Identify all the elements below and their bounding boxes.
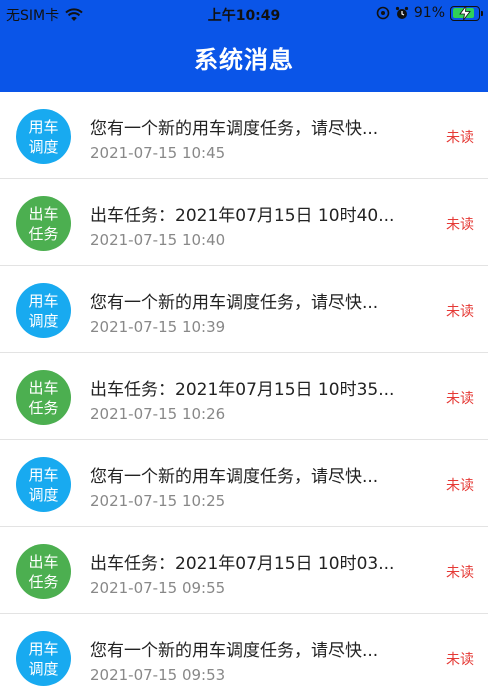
message-type-icon: 用车调度	[16, 457, 71, 512]
top-bar: 无SIM卡 上午10:49 91% 系统消息	[0, 0, 488, 92]
message-time: 2021-07-15 10:40	[90, 231, 226, 249]
message-title: 您有一个新的用车调度任务，请尽快...	[90, 467, 379, 487]
alarm-icon	[395, 6, 408, 19]
message-time: 2021-07-15 10:45	[90, 144, 226, 162]
message-time: 2021-07-15 09:53	[90, 666, 226, 684]
message-title: 您有一个新的用车调度任务，请尽快...	[90, 293, 379, 313]
message-time: 2021-07-15 10:26	[90, 405, 226, 423]
message-title: 您有一个新的用车调度任务，请尽快...	[90, 641, 379, 661]
message-type-label: 用车调度	[28, 117, 59, 156]
phone-screen: 无SIM卡 上午10:49 91% 系统消息 用车调度 您有一个新的用车调度任务…	[0, 0, 488, 696]
message-type-icon: 用车调度	[16, 631, 71, 686]
message-type-label: 用车调度	[28, 291, 59, 330]
message-type-label: 用车调度	[28, 465, 59, 504]
message-list: 用车调度 您有一个新的用车调度任务，请尽快... 2021-07-15 10:4…	[0, 92, 488, 696]
message-type-icon: 出车任务	[16, 370, 71, 425]
message-type-icon: 用车调度	[16, 109, 71, 164]
read-status: 未读	[446, 391, 474, 407]
message-time: 2021-07-15 10:25	[90, 492, 226, 510]
message-type-label: 出车任务	[28, 204, 59, 243]
message-type-icon: 出车任务	[16, 196, 71, 251]
message-type-icon: 出车任务	[16, 544, 71, 599]
message-item[interactable]: 出车任务 出车任务：2021年07月15日 10时03... 2021-07-1…	[0, 527, 488, 614]
message-item[interactable]: 用车调度 您有一个新的用车调度任务，请尽快... 2021-07-15 10:2…	[0, 440, 488, 527]
message-type-icon: 用车调度	[16, 283, 71, 338]
status-bar: 无SIM卡 上午10:49 91%	[0, 0, 488, 28]
rotation-lock-icon	[376, 6, 390, 20]
read-status: 未读	[446, 130, 474, 146]
battery-icon	[450, 5, 483, 21]
read-status: 未读	[446, 565, 474, 581]
message-type-label: 出车任务	[28, 378, 59, 417]
message-type-label: 出车任务	[28, 552, 59, 591]
message-title: 您有一个新的用车调度任务，请尽快...	[90, 119, 379, 139]
message-item[interactable]: 用车调度 您有一个新的用车调度任务，请尽快... 2021-07-15 10:3…	[0, 266, 488, 353]
read-status: 未读	[446, 217, 474, 233]
message-item[interactable]: 出车任务 出车任务：2021年07月15日 10时35... 2021-07-1…	[0, 353, 488, 440]
message-time: 2021-07-15 09:55	[90, 579, 226, 597]
message-title: 出车任务：2021年07月15日 10时40...	[90, 206, 395, 226]
page-title: 系统消息	[194, 46, 294, 74]
message-item[interactable]: 出车任务 出车任务：2021年07月15日 10时40... 2021-07-1…	[0, 179, 488, 266]
message-title: 出车任务：2021年07月15日 10时03...	[90, 554, 395, 574]
read-status: 未读	[446, 304, 474, 320]
battery-percent: 91%	[413, 5, 445, 21]
message-item[interactable]: 用车调度 您有一个新的用车调度任务，请尽快... 2021-07-15 09:5…	[0, 614, 488, 696]
charging-bolt-icon	[459, 5, 471, 20]
message-time: 2021-07-15 10:39	[90, 318, 226, 336]
message-type-label: 用车调度	[28, 639, 59, 678]
status-right: 91%	[376, 5, 483, 21]
message-item[interactable]: 用车调度 您有一个新的用车调度任务，请尽快... 2021-07-15 10:4…	[0, 92, 488, 179]
message-title: 出车任务：2021年07月15日 10时35...	[90, 380, 395, 400]
read-status: 未读	[446, 478, 474, 494]
read-status: 未读	[446, 652, 474, 668]
